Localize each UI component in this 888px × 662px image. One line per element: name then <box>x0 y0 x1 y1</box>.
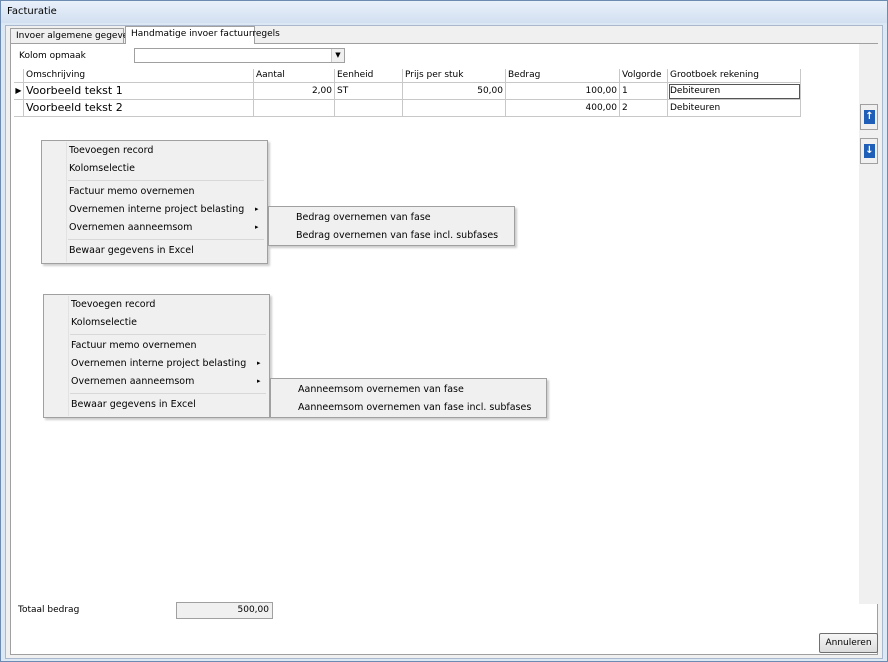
title-bar: Facturatie <box>1 1 887 23</box>
menu-item-aanneemsom-van-fase-incl[interactable]: Aanneemsom overnemen van fase incl. subf… <box>272 399 545 417</box>
arrow-up-icon: ↑ <box>864 110 875 124</box>
menu-item-bewaar-excel[interactable]: Bewaar gegevens in Excel <box>43 242 266 260</box>
submenu-arrow-icon: ▸ <box>255 223 259 231</box>
cell-bedrag[interactable]: 100,00 <box>506 83 620 100</box>
arrow-down-icon: ↓ <box>864 144 875 158</box>
cell-grootboek[interactable]: Debiteuren <box>668 83 801 100</box>
menu-item-bedrag-van-fase-incl[interactable]: Bedrag overnemen van fase incl. subfases <box>270 227 513 245</box>
submenu-arrow-icon: ▸ <box>257 359 261 367</box>
cell-omschrijving[interactable]: Voorbeeld tekst 1 <box>24 83 254 100</box>
col-header-prijs[interactable]: Prijs per stuk <box>403 69 506 83</box>
cell-prijs[interactable]: 50,00 <box>403 83 506 100</box>
menu-item-bedrag-van-fase[interactable]: Bedrag overnemen van fase <box>270 209 513 227</box>
submenu-arrow-icon: ▸ <box>257 377 261 385</box>
menu-separator <box>70 393 266 394</box>
menu-item-overnemen-aanneemsom[interactable]: Overnemen aanneemsom ▸ <box>45 373 268 391</box>
tab-panel: Kolom opmaak ▼ Omschrijving Aantal Eenhe… <box>10 43 879 655</box>
cell-eenheid[interactable] <box>335 100 403 117</box>
menu-separator <box>70 334 266 335</box>
move-up-button[interactable]: ↑ <box>860 104 878 130</box>
tab-invoer-algemene-gegevens[interactable]: Invoer algemene gegevens <box>10 28 139 44</box>
kolom-opmaak-label: Kolom opmaak <box>19 51 86 61</box>
row-indicator-icon: ▶ <box>14 83 24 100</box>
col-header-eenheid[interactable]: Eenheid <box>335 69 403 83</box>
header-indicator-cell <box>14 69 24 83</box>
menu-separator <box>68 180 264 181</box>
menu-item-aanneemsom-van-fase[interactable]: Aanneemsom overnemen van fase <box>272 381 545 399</box>
cell-volgorde[interactable]: 2 <box>620 100 668 117</box>
submenu-arrow-icon: ▸ <box>255 205 259 213</box>
tab-handmatige-invoer[interactable]: Handmatige invoer factuurregels <box>125 26 280 44</box>
context-menu-2: Toevoegen record Kolomselectie Factuur m… <box>43 294 270 418</box>
submenu-2: Aanneemsom overnemen van fase Aanneemsom… <box>270 378 547 418</box>
chevron-down-icon[interactable]: ▼ <box>331 49 344 62</box>
menu-item-toevoegen-record[interactable]: Toevoegen record <box>43 142 266 160</box>
cell-aantal[interactable]: 2,00 <box>254 83 335 100</box>
kolom-opmaak-select[interactable]: ▼ <box>134 48 345 63</box>
menu-item-kolomselectie[interactable]: Kolomselectie <box>43 160 266 178</box>
totaal-bedrag-value: 500,00 <box>176 602 273 619</box>
submenu-1: Bedrag overnemen van fase Bedrag overnem… <box>268 206 515 246</box>
cell-bedrag[interactable]: 400,00 <box>506 100 620 117</box>
cell-aantal[interactable] <box>254 100 335 117</box>
cell-prijs[interactable] <box>403 100 506 117</box>
col-header-omschrijving[interactable]: Omschrijving <box>24 69 254 83</box>
context-menu-1: Toevoegen record Kolomselectie Factuur m… <box>41 140 268 264</box>
app-window: Facturatie Invoer algemene gegevens Hand… <box>0 0 888 662</box>
menu-item-interne-project-belasting[interactable]: Overnemen interne project belasting ▸ <box>45 355 268 373</box>
cell-omschrijving[interactable]: Voorbeeld tekst 2 <box>24 100 254 117</box>
cell-grootboek[interactable]: Debiteuren <box>668 100 801 117</box>
col-header-bedrag[interactable]: Bedrag <box>506 69 620 83</box>
menu-item-overnemen-aanneemsom[interactable]: Overnemen aanneemsom ▸ <box>43 219 266 237</box>
totaal-bedrag-label: Totaal bedrag <box>18 605 80 615</box>
col-header-grootboek[interactable]: Grootboek rekening <box>668 69 801 83</box>
annuleren-button[interactable]: Annuleren <box>819 633 878 653</box>
menu-item-factuur-memo[interactable]: Factuur memo overnemen <box>45 337 268 355</box>
menu-item-factuur-memo[interactable]: Factuur memo overnemen <box>43 183 266 201</box>
cell-volgorde[interactable]: 1 <box>620 83 668 100</box>
menu-item-kolomselectie[interactable]: Kolomselectie <box>45 314 268 332</box>
menu-item-bewaar-excel[interactable]: Bewaar gegevens in Excel <box>45 396 268 414</box>
window-title: Facturatie <box>7 6 57 17</box>
cell-eenheid[interactable]: ST <box>335 83 403 100</box>
move-down-button[interactable]: ↓ <box>860 138 878 164</box>
menu-item-toevoegen-record[interactable]: Toevoegen record <box>45 296 268 314</box>
col-header-volgorde[interactable]: Volgorde <box>620 69 668 83</box>
col-header-aantal[interactable]: Aantal <box>254 69 335 83</box>
menu-separator <box>68 239 264 240</box>
menu-item-interne-project-belasting[interactable]: Overnemen interne project belasting ▸ <box>43 201 266 219</box>
row-indicator-cell <box>14 100 24 117</box>
client-area: Invoer algemene gegevens Handmatige invo… <box>5 25 883 659</box>
